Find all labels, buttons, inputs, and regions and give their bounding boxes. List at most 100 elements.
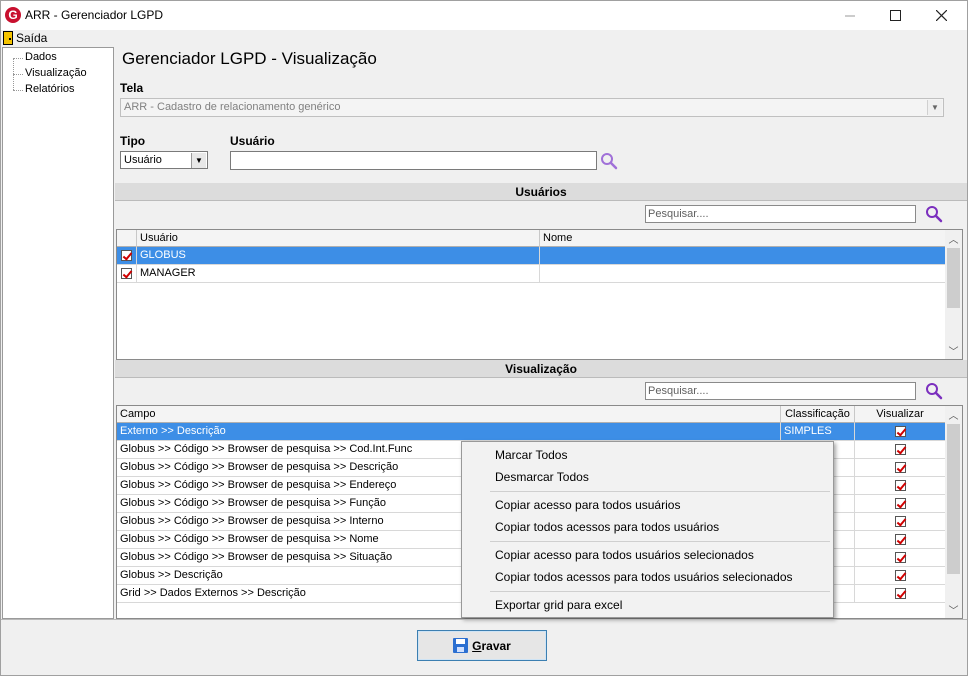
table-row[interactable]: MANAGER [117,265,946,283]
visualizar-checkbox[interactable] [895,462,906,473]
row-check-cell [117,265,137,283]
close-button[interactable] [919,1,964,30]
tipo-select-value: Usuário [124,154,162,166]
usuario-input[interactable] [230,151,597,170]
scroll-up-icon[interactable]: ︿ [945,406,962,423]
column-header-nome[interactable]: Nome [540,230,946,247]
ctx-separator [490,591,830,592]
cell-usuario: MANAGER [137,265,540,283]
tela-select[interactable]: ARR - Cadastro de relacionamento genéric… [120,98,944,117]
cell-visualizar [855,423,946,441]
row-checkbox[interactable] [121,268,132,279]
context-menu: Marcar Todos Desmarcar Todos Copiar aces… [461,441,834,618]
minimize-button[interactable] [827,1,872,30]
column-header-campo[interactable]: Campo [117,406,781,423]
chevron-down-icon: ▼ [191,153,206,168]
menu-bar: Saída [1,30,967,47]
close-icon [936,10,947,21]
usuario-label: Usuário [230,134,275,148]
table-row[interactable]: GLOBUS [117,247,946,265]
cell-nome [540,247,946,265]
cell-visualizar [855,477,946,495]
maximize-button[interactable] [873,1,918,30]
ctx-item-copiar-todos-acessos-selecionados[interactable]: Copiar todos acessos para todos usuários… [495,567,793,587]
tree-item-dados[interactable]: Dados [11,51,57,66]
ctx-item-exportar-excel[interactable]: Exportar grid para excel [495,595,622,615]
usuarios-search-input[interactable]: Pesquisar.... [645,205,916,223]
gravar-button[interactable]: Gravar [417,630,547,661]
cell-visualizar [855,567,946,585]
tipo-label: Tipo [120,134,146,148]
ctx-item-copiar-acesso-selecionados[interactable]: Copiar acesso para todos usuários seleci… [495,545,754,565]
visualizar-checkbox[interactable] [895,444,906,455]
window-title: ARR - Gerenciador LGPD [25,8,164,22]
usuario-search-icon[interactable] [600,152,618,170]
visualizar-checkbox[interactable] [895,552,906,563]
gravar-button-label: Gravar [472,638,511,653]
visualizar-checkbox[interactable] [895,480,906,491]
cell-visualizar [855,531,946,549]
exit-door-icon [3,31,13,45]
ctx-item-copiar-todos-acessos-todos[interactable]: Copiar todos acessos para todos usuários [495,517,719,537]
ctx-item-copiar-acesso-todos[interactable]: Copiar acesso para todos usuários [495,495,680,515]
minimize-icon [844,15,855,16]
column-header-visualizar[interactable]: Visualizar [855,406,946,423]
ctx-separator [490,491,830,492]
cell-visualizar [855,549,946,567]
usuarios-grid: Usuário Nome GLOBUS MANAGER ︿ ﹀ [116,229,963,360]
maximize-icon [890,10,901,21]
ctx-separator [490,541,830,542]
footer-divider [1,619,967,620]
scroll-down-icon[interactable]: ﹀ [945,601,962,618]
ctx-item-marcar-todos[interactable]: Marcar Todos [495,445,567,465]
column-header-usuario[interactable]: Usuário [137,230,540,247]
cell-campo: Externo >> Descrição [117,423,781,441]
row-check-cell [117,247,137,265]
tipo-select[interactable]: Usuário ▼ [120,151,208,169]
tela-label: Tela [120,81,144,95]
usuarios-select-column[interactable] [117,230,137,247]
cell-visualizar [855,495,946,513]
visualizacao-grid-header: Campo Classificação Visualizar [117,406,946,423]
scrollbar-thumb[interactable] [947,248,960,308]
usuarios-vertical-scrollbar[interactable]: ︿ ﹀ [945,230,962,359]
visualizacao-search-icon[interactable] [925,382,943,400]
cell-visualizar [855,513,946,531]
tree-item-relatorios[interactable]: Relatórios [11,83,75,98]
visualizar-checkbox[interactable] [895,498,906,509]
ctx-item-desmarcar-todos[interactable]: Desmarcar Todos [495,467,589,487]
usuarios-search-icon[interactable] [925,205,943,223]
visualizacao-search-input[interactable]: Pesquisar.... [645,382,916,400]
row-checkbox[interactable] [121,250,132,261]
visualizar-checkbox[interactable] [895,570,906,581]
visualizar-checkbox[interactable] [895,516,906,527]
save-disk-icon [453,638,469,653]
visualizar-checkbox[interactable] [895,426,906,437]
cell-usuario: GLOBUS [137,247,540,265]
scroll-down-icon[interactable]: ﹀ [945,342,962,359]
visualizacao-section-header: Visualização [115,360,967,378]
usuarios-section-header: Usuários [115,183,967,201]
visualizar-checkbox[interactable] [895,588,906,599]
cell-visualizar [855,459,946,477]
scroll-up-icon[interactable]: ︿ [945,230,962,247]
usuarios-grid-header: Usuário Nome [117,230,946,247]
cell-nome [540,265,946,283]
title-bar: G ARR - Gerenciador LGPD [1,1,967,30]
app-logo-icon: G [5,7,21,23]
menu-saida[interactable]: Saída [3,31,47,45]
page-title: Gerenciador LGPD - Visualização [122,49,377,68]
menu-saida-label: Saída [16,31,48,45]
column-header-classificacao[interactable]: Classificação [781,406,855,423]
navigation-tree: Dados Visualização Relatórios [2,47,114,619]
app-window: G ARR - Gerenciador LGPD Saída Dados Vis… [0,0,968,676]
cell-visualizar [855,585,946,603]
scrollbar-thumb[interactable] [947,424,960,574]
tree-item-visualizacao[interactable]: Visualização [11,67,87,82]
visualizar-checkbox[interactable] [895,534,906,545]
visualizacao-vertical-scrollbar[interactable]: ︿ ﹀ [945,406,962,618]
cell-visualizar [855,441,946,459]
cell-classificacao: SIMPLES [781,423,855,441]
chevron-down-icon: ▼ [927,100,942,115]
table-row[interactable]: Externo >> Descrição SIMPLES [117,423,946,441]
